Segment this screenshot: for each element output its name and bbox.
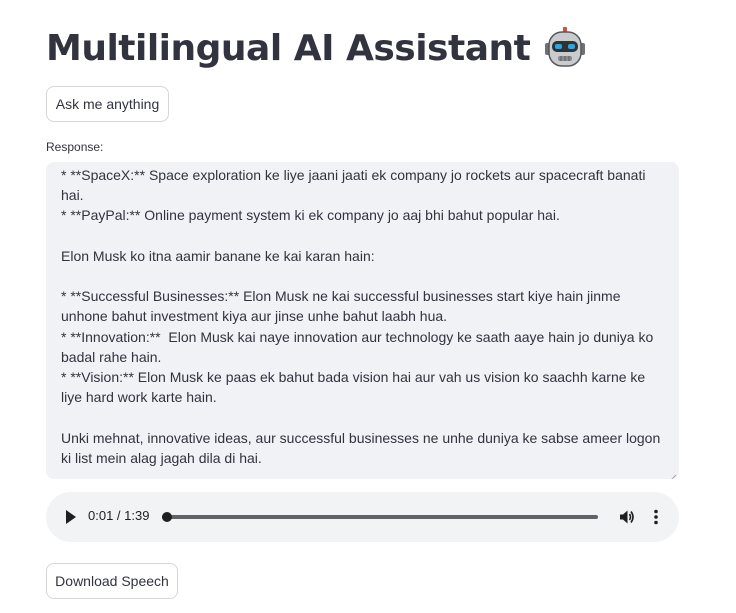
resize-handle-icon[interactable]	[669, 469, 677, 479]
response-label: Response:	[46, 140, 104, 154]
ask-me-anything-button[interactable]: Ask me anything	[46, 86, 169, 122]
page-title: Multilingual AI Assistant	[46, 27, 531, 69]
header: Multilingual AI Assistant	[46, 22, 588, 74]
response-textarea[interactable]: * **SpaceX:** Space exploration ke liye …	[46, 162, 679, 479]
audio-time-display: 0:01 / 1:39	[88, 508, 150, 523]
audio-progress-slider[interactable]	[162, 512, 598, 522]
volume-icon[interactable]	[618, 508, 636, 526]
download-speech-button[interactable]: Download Speech	[46, 563, 178, 599]
audio-player[interactable]: 0:01 / 1:39	[46, 492, 679, 542]
more-vertical-icon[interactable]	[650, 508, 662, 526]
play-icon[interactable]	[64, 509, 78, 525]
robot-face-icon	[542, 25, 588, 71]
response-text: * **SpaceX:** Space exploration ke liye …	[61, 167, 661, 466]
app-page: Multilingual AI Assistant Ask me anythin…	[0, 0, 736, 613]
audio-progress-thumb[interactable]	[162, 512, 172, 522]
